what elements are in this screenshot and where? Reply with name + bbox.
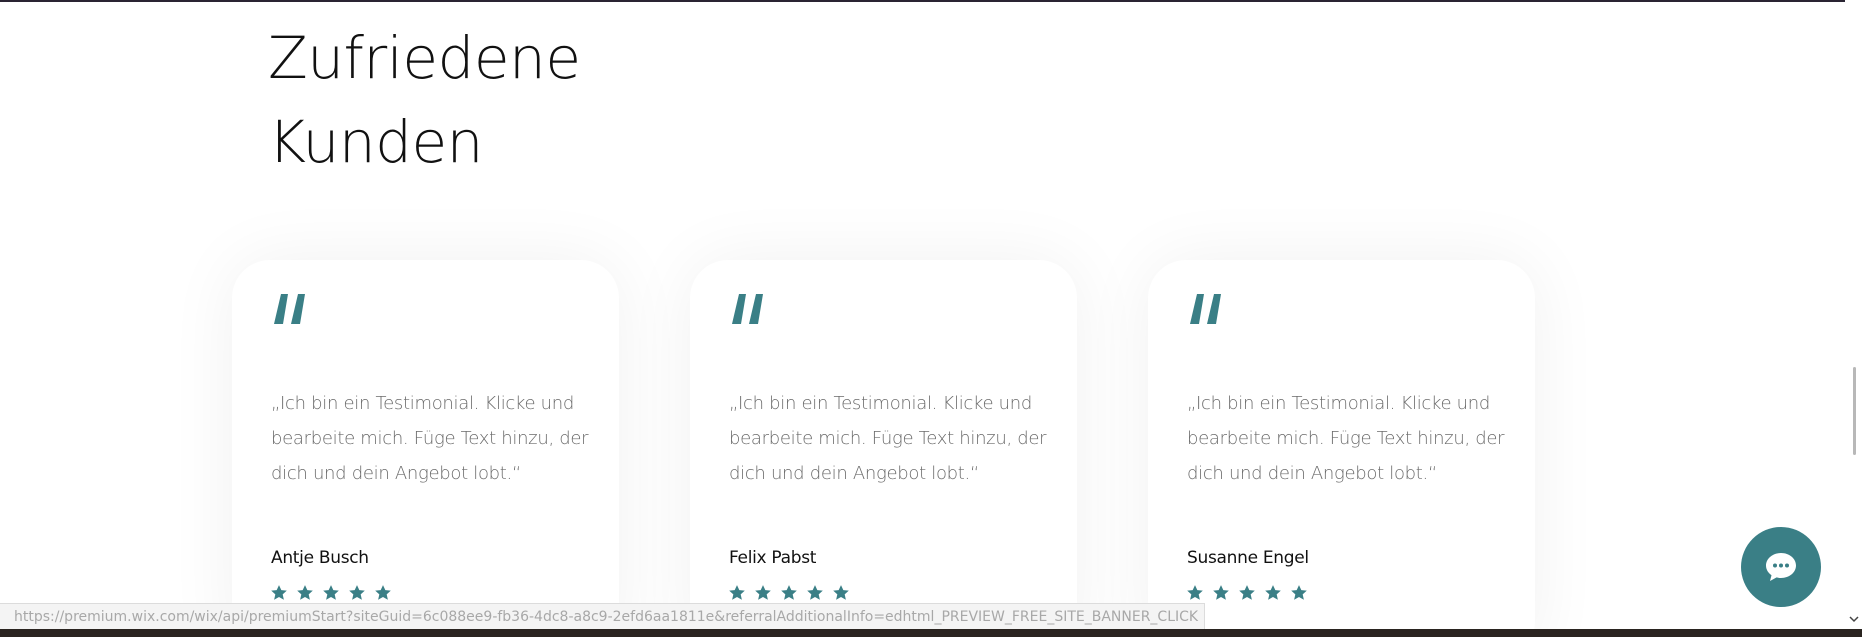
chat-button[interactable] bbox=[1741, 527, 1821, 607]
bottom-bar bbox=[0, 629, 1862, 637]
scroll-down-arrow-icon[interactable] bbox=[1849, 614, 1859, 624]
star-icon bbox=[375, 585, 391, 600]
testimonial-author: Susanne Engel bbox=[1187, 548, 1309, 568]
chat-bubble-icon bbox=[1766, 553, 1796, 581]
testimonial-quote: „Ich bin ein Testimonial. Klicke und bea… bbox=[271, 393, 589, 484]
top-border bbox=[0, 0, 1845, 2]
star-icon bbox=[755, 585, 771, 600]
star-icon bbox=[1239, 585, 1255, 600]
star-icon bbox=[729, 585, 745, 600]
section-title-line-2: Kunden bbox=[268, 108, 483, 176]
testimonial-author: Felix Pabst bbox=[729, 548, 817, 568]
star-icon bbox=[349, 585, 365, 600]
star-icon bbox=[271, 585, 287, 600]
star-rating bbox=[1186, 584, 1308, 602]
section-title-line-1: Zufriedene bbox=[268, 24, 581, 92]
star-icon bbox=[1291, 585, 1307, 600]
testimonial-card: „Ich bin ein Testimonial. Klicke und bea… bbox=[1148, 260, 1535, 637]
star-rating bbox=[728, 584, 850, 602]
star-icon bbox=[1265, 585, 1281, 600]
star-icon bbox=[1213, 585, 1229, 600]
star-icon bbox=[297, 585, 313, 600]
star-icon bbox=[833, 585, 849, 600]
testimonial-quote: „Ich bin ein Testimonial. Klicke und bea… bbox=[729, 393, 1047, 484]
star-icon bbox=[807, 585, 823, 600]
testimonial-card: „Ich bin ein Testimonial. Klicke und bea… bbox=[690, 260, 1077, 637]
star-icon bbox=[323, 585, 339, 600]
star-rating bbox=[270, 584, 392, 602]
star-icon bbox=[1187, 585, 1203, 600]
testimonial-card: „Ich bin ein Testimonial. Klicke und bea… bbox=[232, 260, 619, 637]
testimonial-quote: „Ich bin ein Testimonial. Klicke und bea… bbox=[1187, 393, 1505, 484]
quote-icon bbox=[1190, 294, 1221, 324]
quote-icon bbox=[274, 294, 305, 324]
quote-icon bbox=[732, 294, 763, 324]
status-bar-url: https://premium.wix.com/wix/api/premiumS… bbox=[0, 603, 1205, 631]
page: Zufriedene Kunden „Ich bin ein Testimoni… bbox=[0, 0, 1862, 637]
section-title: Zufriedene Kunden bbox=[268, 16, 581, 184]
star-icon bbox=[781, 585, 797, 600]
scrollbar-thumb[interactable] bbox=[1853, 367, 1856, 455]
testimonial-author: Antje Busch bbox=[271, 548, 369, 568]
